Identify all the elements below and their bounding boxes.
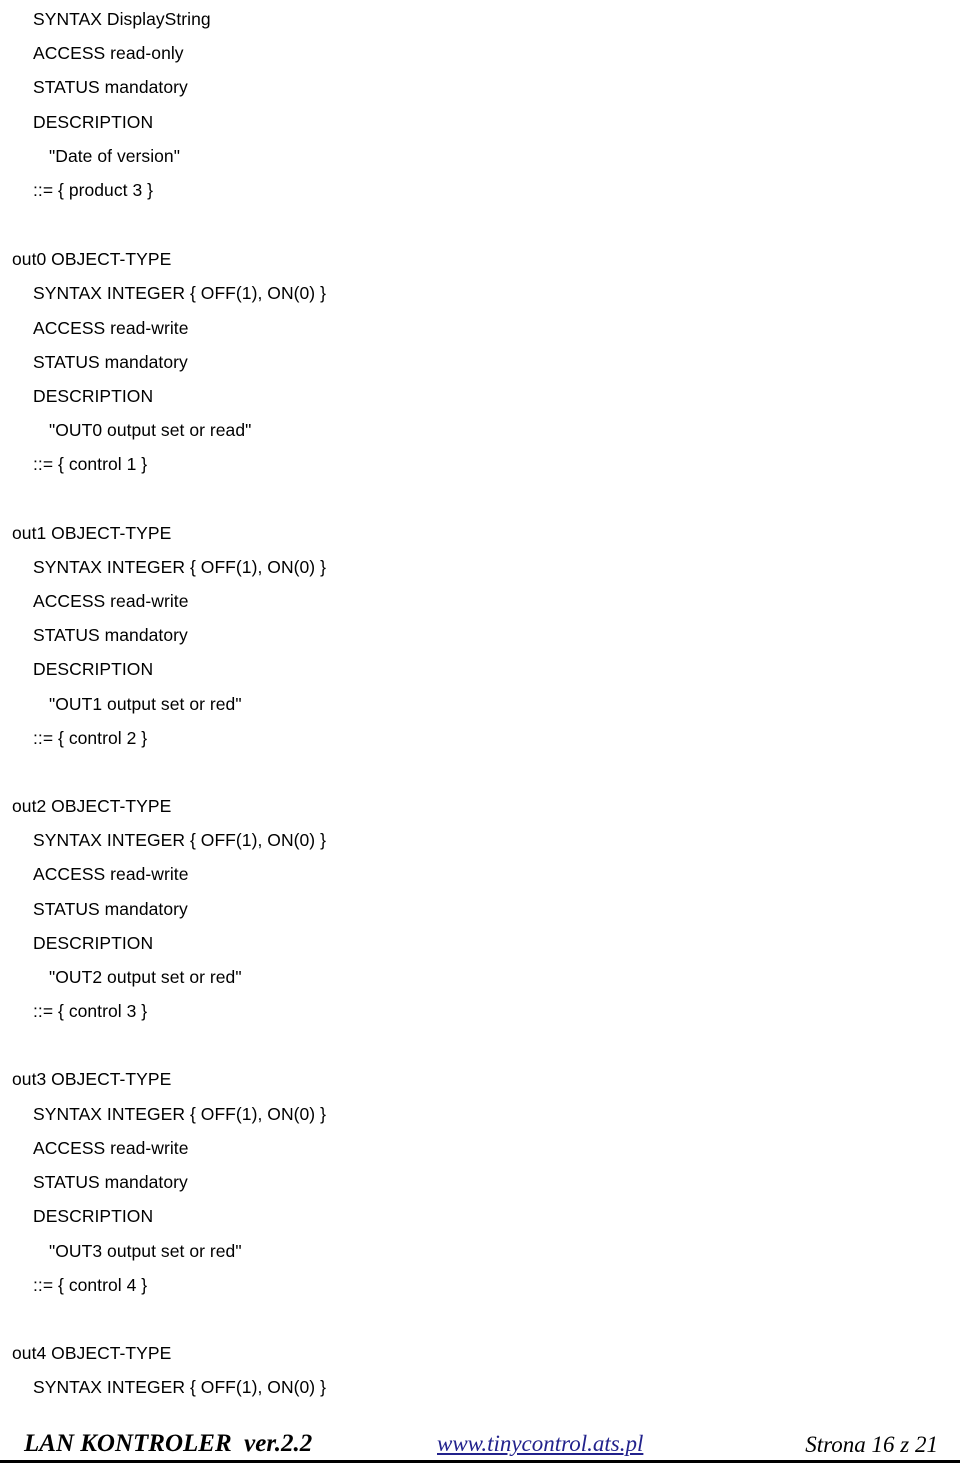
mib-object-header: out3 OBJECT-TYPE <box>12 1069 172 1090</box>
block-separator <box>0 207 960 242</box>
mib-object-header: out1 OBJECT-TYPE <box>12 522 172 543</box>
mib-line: DESCRIPTION <box>33 386 154 407</box>
page-footer: LAN KONTROLER ver.2.2 www.tinycontrol.at… <box>0 1413 960 1471</box>
mib-line: STATUS mandatory <box>33 1172 188 1193</box>
footer-page-number: Strona 16 z 21 <box>805 1432 938 1457</box>
mib-line: ACCESS read-write <box>33 317 189 338</box>
mib-line: DESCRIPTION <box>33 1206 154 1227</box>
mib-line-description-string: "OUT0 output set or read" <box>49 420 252 441</box>
mib-line: SYNTAX INTEGER { OFF(1), ON(0) } <box>33 1377 326 1398</box>
mib-line-description-string: "OUT1 output set or red" <box>49 693 242 714</box>
mib-line: ACCESS read-write <box>33 864 189 885</box>
mib-line-oid: ::= { control 3 } <box>33 1001 148 1022</box>
mib-line: SYNTAX INTEGER { OFF(1), ON(0) } <box>33 830 326 851</box>
footer-content-row: LAN KONTROLER ver.2.2 www.tinycontrol.at… <box>0 1424 960 1458</box>
mib-line: DESCRIPTION <box>33 111 154 132</box>
mib-line: ACCESS read-write <box>33 591 189 612</box>
mib-line-oid: ::= { control 4 } <box>33 1274 148 1295</box>
mib-object-header: out2 OBJECT-TYPE <box>12 796 172 817</box>
mib-line: DESCRIPTION <box>33 659 154 680</box>
mib-line-oid: ::= { control 2 } <box>33 727 148 748</box>
mib-line: STATUS mandatory <box>33 625 188 646</box>
mib-line: SYNTAX DisplayString <box>33 9 211 29</box>
mib-line-description-string: "OUT2 output set or red" <box>49 967 242 988</box>
block-separator <box>0 1028 960 1062</box>
mib-block-product: SYNTAX DisplayString ACCESS read-only ST… <box>0 2 960 207</box>
block-separator <box>0 755 960 789</box>
mib-line: STATUS mandatory <box>33 77 188 98</box>
mib-object-header: out4 OBJECT-TYPE <box>12 1342 172 1363</box>
mib-line: SYNTAX INTEGER { OFF(1), ON(0) } <box>33 1103 326 1124</box>
mib-block-out2: out2 OBJECT-TYPE SYNTAX INTEGER { OFF(1)… <box>0 789 960 1028</box>
mib-line: ACCESS read-write <box>33 1137 189 1158</box>
mib-line-description-string: "Date of version" <box>49 145 180 166</box>
mib-line: SYNTAX INTEGER { OFF(1), ON(0) } <box>33 556 326 577</box>
document-page: SYNTAX DisplayString ACCESS read-only ST… <box>0 0 960 1471</box>
mib-line-description-string: "OUT3 output set or red" <box>49 1240 242 1261</box>
mib-block-out1: out1 OBJECT-TYPE SYNTAX INTEGER { OFF(1)… <box>0 516 960 755</box>
mib-line-oid: ::= { product 3 } <box>33 180 154 201</box>
mib-line: DESCRIPTION <box>33 932 154 953</box>
mib-line: STATUS mandatory <box>33 898 188 919</box>
footer-website-link[interactable]: www.tinycontrol.ats.pl <box>437 1431 643 1457</box>
footer-divider <box>0 1460 960 1463</box>
mib-line: ACCESS read-only <box>33 43 184 64</box>
mib-object-header: out0 OBJECT-TYPE <box>12 249 172 270</box>
mib-line: STATUS mandatory <box>33 351 188 372</box>
block-separator <box>0 482 960 516</box>
mib-block-out0: out0 OBJECT-TYPE SYNTAX INTEGER { OFF(1)… <box>0 242 960 481</box>
mib-block-out3: out3 OBJECT-TYPE SYNTAX INTEGER { OFF(1)… <box>0 1062 960 1301</box>
mib-line-oid: ::= { control 1 } <box>33 454 148 475</box>
mib-line: SYNTAX INTEGER { OFF(1), ON(0) } <box>33 283 326 304</box>
footer-product-title: LAN KONTROLER ver.2.2 <box>24 1430 313 1457</box>
mib-listing: SYNTAX DisplayString ACCESS read-only ST… <box>0 0 960 1404</box>
mib-block-out4: out4 OBJECT-TYPE SYNTAX INTEGER { OFF(1)… <box>0 1336 960 1404</box>
block-separator <box>0 1302 960 1336</box>
